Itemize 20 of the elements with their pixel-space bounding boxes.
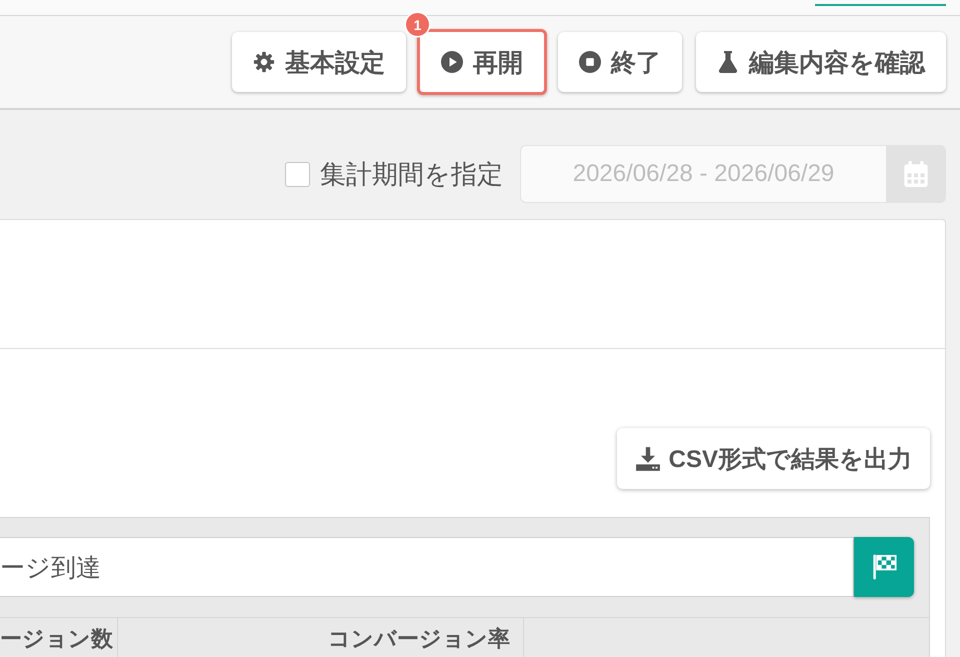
checkbox-label: 集計期間を指定 (320, 158, 503, 190)
notification-badge: 1 (406, 13, 429, 36)
calendar-button[interactable] (886, 145, 946, 203)
review-button[interactable]: 編集内容を確認 (696, 32, 946, 92)
column-header: コンバージョン率 (118, 618, 524, 657)
column-header: ージョン数 (0, 618, 118, 657)
stop-button[interactable]: 終了 (558, 32, 682, 92)
download-icon (634, 446, 661, 472)
gear-icon (253, 51, 275, 73)
checkered-flag-icon (872, 554, 896, 580)
flask-icon (717, 51, 739, 73)
calendar-icon (904, 161, 928, 187)
resume-button[interactable]: 再開 (417, 29, 547, 95)
play-icon (441, 51, 463, 73)
csv-export-button[interactable]: CSV形式で結果を出力 (616, 428, 930, 489)
goal-field[interactable]: ージ到達 (0, 537, 854, 597)
settings-button[interactable]: 基本設定 (232, 32, 406, 92)
checkbox[interactable] (285, 162, 310, 186)
stop-icon (579, 51, 601, 73)
goal-flag-button[interactable] (854, 537, 914, 597)
